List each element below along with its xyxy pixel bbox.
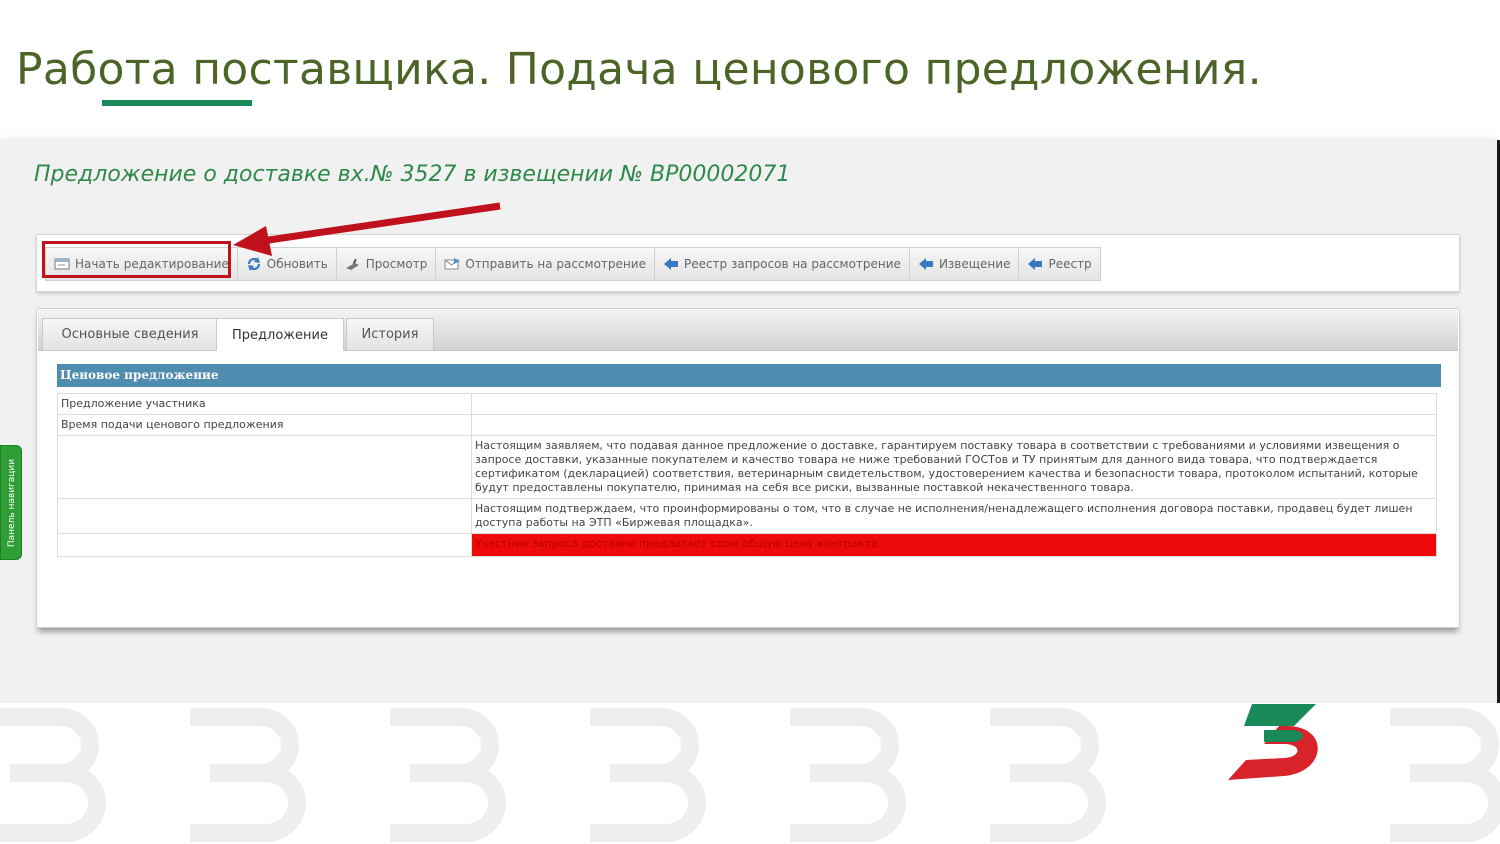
table-row: Настоящим подтверждаем, что проинформиро…	[57, 498, 1437, 534]
price-alert-row: Участник запроса доставки предлагает сво…	[471, 533, 1437, 557]
table-row: Время подачи ценового предложения	[57, 414, 1437, 436]
toolbar-buttons: Начать редактирование Обновить Просмотр …	[45, 247, 1101, 281]
back-arrow-icon	[918, 256, 934, 272]
registry-label: Реестр	[1048, 257, 1092, 271]
row-label	[57, 435, 472, 499]
tab-proposal-label: Предложение	[232, 327, 328, 343]
tab-history-label: История	[361, 327, 419, 342]
registry-button[interactable]: Реестр	[1018, 247, 1101, 281]
refresh-label: Обновить	[266, 257, 328, 271]
row-label	[57, 498, 472, 534]
participant-offer-field[interactable]	[471, 393, 1437, 415]
preview-label: Просмотр	[365, 257, 428, 271]
navigation-panel-toggle[interactable]: Панель навигации	[0, 445, 22, 560]
tab-main-info-label: Основные сведения	[61, 327, 199, 342]
notice-button[interactable]: Извещение	[908, 247, 1020, 281]
company-logo-icon	[1228, 704, 1318, 780]
refresh-button[interactable]: Обновить	[236, 247, 337, 281]
tab-bar: Основные сведения Предложение История	[38, 310, 1458, 351]
row-label	[57, 533, 472, 557]
preview-button[interactable]: Просмотр	[335, 247, 437, 281]
tab-main-info[interactable]: Основные сведения	[42, 318, 218, 350]
title-underline-accent	[102, 100, 252, 106]
back-arrow-icon	[1027, 256, 1043, 272]
send-for-review-button[interactable]: Отправить на рассмотрение	[435, 247, 655, 281]
price-alert-text: Участник запроса доставки предлагает сво…	[475, 537, 878, 550]
contract-obligation-text: Настоящим подтверждаем, что проинформиро…	[471, 498, 1437, 534]
send-envelope-icon	[444, 256, 461, 272]
row-label: Время подачи ценового предложения	[57, 414, 472, 436]
tab-proposal[interactable]: Предложение	[216, 318, 344, 351]
toolbar: Начать редактирование Обновить Просмотр …	[36, 234, 1460, 292]
navigation-panel-label: Панель навигации	[7, 458, 17, 548]
review-requests-registry-label: Реестр запросов на рассмотрение	[683, 257, 901, 271]
table-row: Настоящим заявляем, что подавая данное п…	[57, 435, 1437, 499]
table-row: Участник запроса доставки предлагает сво…	[57, 533, 1437, 557]
start-editing-button[interactable]: Начать редактирование	[45, 247, 238, 281]
notice-label: Извещение	[938, 257, 1011, 271]
quality-guarantee-text: Настоящим заявляем, что подавая данное п…	[471, 435, 1437, 499]
preview-icon	[345, 256, 361, 272]
back-arrow-icon	[663, 256, 679, 272]
refresh-icon	[246, 256, 262, 272]
table-row: Предложение участника	[57, 393, 1437, 415]
page-heading: Предложение о доставке вх.№ 3527 в извещ…	[34, 162, 791, 187]
edit-window-icon	[54, 256, 70, 272]
review-requests-registry-button[interactable]: Реестр запросов на рассмотрение	[653, 247, 910, 281]
price-offer-table: Предложение участника Время подачи ценов…	[57, 393, 1437, 557]
slide-title: Работа поставщика. Подача ценового предл…	[16, 44, 1262, 95]
submission-time-field	[471, 414, 1437, 436]
send-for-review-label: Отправить на рассмотрение	[465, 257, 646, 271]
content-panel: Основные сведения Предложение История Це…	[36, 308, 1460, 628]
start-editing-label: Начать редактирование	[75, 257, 229, 271]
section-header: Ценовое предложение	[57, 364, 1441, 387]
tab-history[interactable]: История	[346, 318, 434, 350]
row-label: Предложение участника	[57, 393, 472, 415]
app-screenshot: Предложение о доставке вх.№ 3527 в извещ…	[0, 140, 1497, 703]
